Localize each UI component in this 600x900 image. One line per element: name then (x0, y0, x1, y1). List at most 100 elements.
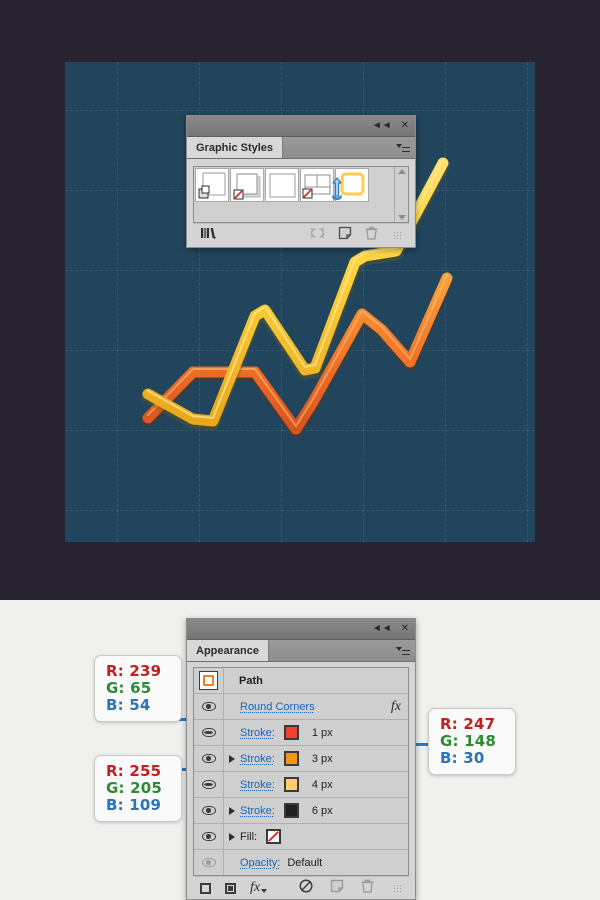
eye-icon (201, 754, 216, 763)
tab-appearance-label: Appearance (196, 644, 259, 657)
tab-graphic-styles[interactable]: Graphic Styles (187, 137, 284, 158)
stroke-label[interactable]: Stroke: (240, 779, 275, 791)
stroke-color-swatch[interactable] (283, 751, 299, 766)
graphic-styles-scrollbar[interactable] (394, 167, 408, 222)
stroke-label[interactable]: Stroke: (240, 753, 275, 765)
visibility-toggle[interactable] (194, 746, 224, 771)
stroke-weight-value[interactable]: 6 px (312, 805, 333, 817)
stroke-color-swatch[interactable] (283, 777, 299, 792)
appearance-object-row[interactable]: Path (194, 668, 408, 694)
plain-square-icon (266, 173, 300, 207)
style-swatch-3[interactable] (265, 168, 299, 202)
stroke-color-swatch[interactable] (283, 725, 299, 740)
appearance-row-stroke-1px[interactable]: Stroke: 1 px (194, 720, 408, 746)
tabbar-empty-space (283, 137, 415, 158)
delete-graphic-style-icon[interactable] (365, 226, 378, 245)
close-icon[interactable]: ✕ (401, 624, 409, 634)
collapse-icon[interactable]: ◄◄ (372, 121, 392, 131)
visibility-toggle[interactable] (194, 772, 224, 797)
appearance-panel[interactable]: ◄◄ ✕ Appearance Path Round Corners fx St… (186, 618, 416, 900)
tab-graphic-styles-label: Graphic Styles (196, 141, 274, 154)
chevron-right-icon (229, 806, 235, 815)
callout-lightyellow: R: 255 G: 205 B: 109 (94, 755, 182, 823)
appearance-row-round-corners[interactable]: Round Corners fx (194, 694, 408, 720)
screenshot-root: ◄◄ ✕ Graphic Styles ◄◄ ✕ Appearance Path… (0, 0, 600, 900)
appearance-body: Path Round Corners fx Stroke: 1 px Strok… (187, 662, 415, 899)
callout-orange: R: 247 G: 148 B: 30 (428, 708, 516, 776)
add-effect-icon[interactable]: fx (250, 880, 268, 896)
style-swatch-2[interactable] (230, 168, 264, 202)
stroke-weight-value[interactable]: 3 px (312, 753, 333, 765)
add-new-fill-icon[interactable] (225, 882, 236, 894)
eye-icon (201, 806, 216, 815)
callout-orange-b: B: 30 (440, 748, 485, 767)
callout-lightyellow-g: G: 205 (106, 778, 163, 797)
expand-disclosure-triangle[interactable] (224, 806, 240, 815)
fx-icon[interactable]: fx (391, 699, 401, 715)
graphic-styles-footer-actions (310, 226, 402, 245)
chevron-right-icon (229, 832, 235, 841)
graphic-styles-titlebar: ◄◄ ✕ (187, 116, 415, 137)
stroke-weight-value[interactable]: 4 px (312, 779, 333, 791)
appearance-row-stroke-4px[interactable]: Stroke: 4 px (194, 772, 408, 798)
styles-library-menu-icon[interactable] (200, 226, 218, 245)
opacity-value[interactable]: Default (287, 857, 322, 869)
callout-red-b: B: 54 (106, 695, 151, 714)
graphic-styles-swatch-row (194, 167, 394, 222)
path-thumbnail-cell (194, 668, 224, 693)
appearance-row-stroke-6px[interactable]: Stroke: 6 px (194, 798, 408, 824)
close-icon[interactable]: ✕ (401, 121, 409, 131)
opacity-label[interactable]: Opacity: (240, 857, 280, 869)
eye-icon (201, 832, 216, 841)
no-fill-icon (268, 831, 279, 842)
visibility-toggle[interactable] (194, 850, 224, 875)
style-swatch-1[interactable] (195, 168, 229, 202)
duplicate-squares-icon (196, 172, 230, 207)
fill-none-swatch[interactable] (266, 829, 282, 844)
eye-icon (201, 780, 216, 789)
callout-lightyellow-b: B: 109 (106, 795, 162, 814)
eye-icon (201, 728, 216, 737)
path-thumbnail-icon (199, 671, 218, 690)
callout-lightyellow-r: R: 255 (106, 762, 162, 780)
stroke-weight-value[interactable]: 1 px (312, 727, 333, 739)
panel-resize-gripper[interactable] (393, 883, 402, 893)
stroke-label[interactable]: Stroke: (240, 805, 275, 817)
visibility-toggle[interactable] (194, 720, 224, 745)
appearance-tabbar: Appearance (187, 640, 415, 662)
callout-orange-g: G: 148 (440, 731, 497, 750)
appearance-row-opacity[interactable]: Opacity: Default (194, 850, 408, 875)
expand-disclosure-triangle[interactable] (224, 754, 240, 763)
visibility-toggle[interactable] (194, 798, 224, 823)
square-with-no-fill-icon (231, 173, 265, 207)
new-graphic-style-icon[interactable] (338, 226, 352, 245)
visibility-toggle[interactable] (194, 824, 224, 849)
visibility-toggle[interactable] (194, 694, 224, 719)
expand-disclosure-triangle[interactable] (224, 832, 240, 841)
panel-resize-gripper[interactable] (393, 231, 402, 240)
panel-menu-icon[interactable] (396, 646, 410, 656)
fill-label[interactable]: Fill: (240, 831, 257, 843)
break-link-to-style-icon[interactable] (310, 226, 325, 245)
eye-icon (201, 702, 216, 711)
callout-orange-r: R: 247 (440, 715, 496, 733)
tabbar-empty-space (269, 640, 415, 661)
stroke-color-swatch[interactable] (283, 803, 299, 818)
panel-menu-icon[interactable] (396, 143, 410, 153)
collapse-icon[interactable]: ◄◄ (372, 624, 392, 634)
graphic-styles-panel[interactable]: ◄◄ ✕ Graphic Styles (186, 115, 416, 248)
add-new-stroke-icon[interactable] (200, 882, 211, 894)
chevron-right-icon (229, 754, 235, 763)
scroll-down-arrow-icon[interactable] (397, 215, 406, 220)
round-corners-label[interactable]: Round Corners (240, 701, 315, 713)
scroll-up-arrow-icon[interactable] (397, 169, 406, 174)
eye-icon (201, 858, 216, 867)
callout-red-r: R: 239 (106, 662, 162, 680)
stroke-label[interactable]: Stroke: (240, 727, 275, 739)
tab-appearance[interactable]: Appearance (187, 640, 269, 661)
appearance-list: Path Round Corners fx Stroke: 1 px Strok… (193, 667, 409, 876)
appearance-row-fill[interactable]: Fill: (194, 824, 408, 850)
graphic-styles-body (187, 159, 415, 247)
appearance-row-stroke-3px[interactable]: Stroke: 3 px (194, 746, 408, 772)
graphic-styles-list (193, 166, 409, 223)
